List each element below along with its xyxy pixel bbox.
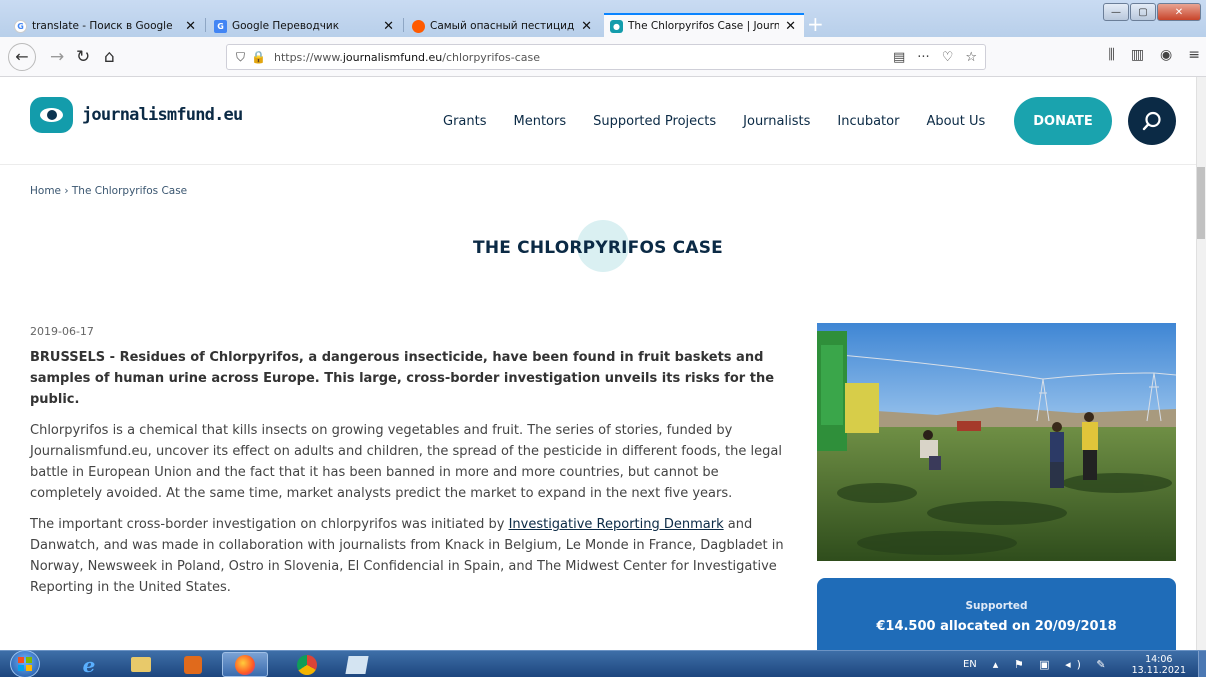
breadcrumb: Home › The Chlorpyrifos Case: [30, 185, 188, 197]
tab-separator: [205, 18, 206, 32]
pocket-icon[interactable]: ♡: [942, 50, 954, 65]
start-button[interactable]: [10, 650, 40, 677]
web-page: journalismfund.eu Grants Mentors Support…: [0, 77, 1196, 650]
eye-logo-icon: [30, 97, 73, 133]
search-icon: [1142, 111, 1161, 131]
journalismfund-icon: ●: [610, 19, 623, 33]
address-bar-actions: ▤ ··· ♡ ☆: [893, 50, 977, 65]
nav-journalists[interactable]: Journalists: [743, 114, 810, 129]
browser-toolbar: ← → ↻ ⌂ ⛉ 🔒 https://www.journalismfund.e…: [0, 37, 1206, 77]
lock-icon[interactable]: 🔒: [251, 50, 266, 64]
opera-icon: [412, 19, 425, 33]
account-icon[interactable]: ◉: [1160, 47, 1172, 63]
address-bar[interactable]: ⛉ 🔒 https://www.journalismfund.eu/chlorp…: [226, 44, 986, 70]
close-tab-icon[interactable]: ✕: [581, 19, 592, 34]
page-title: THE CHLORPYRIFOS CASE: [473, 238, 723, 258]
google-translate-icon: G: [214, 19, 227, 33]
notes-app-icon[interactable]: [334, 652, 380, 677]
maximize-button[interactable]: ▢: [1130, 3, 1156, 21]
close-tab-icon[interactable]: ✕: [785, 19, 796, 34]
page-scrollbar[interactable]: [1196, 77, 1206, 650]
main-nav: Grants Mentors Supported Projects Journa…: [443, 114, 1012, 129]
firefox-taskbar-icon[interactable]: [222, 652, 268, 677]
language-indicator[interactable]: EN: [963, 659, 977, 670]
nav-mentors[interactable]: Mentors: [514, 114, 567, 129]
close-tab-icon[interactable]: ✕: [383, 19, 394, 34]
back-button[interactable]: ←: [8, 43, 36, 71]
system-tray: EN ▴ ⚑ ▣ ◂) ✎ 14:06 13.11.2021: [963, 651, 1206, 677]
tab-google-search[interactable]: G translate - Поиск в Google ✕: [8, 15, 204, 37]
investigative-reporting-denmark-link[interactable]: Investigative Reporting Denmark: [509, 517, 724, 532]
tab-chlorpyrifos-case[interactable]: ● The Chlorpyrifos Case | Journal… ✕: [604, 13, 804, 37]
chrome-taskbar-icon[interactable]: [284, 652, 330, 677]
article-paragraph: The important cross-border investigation…: [30, 517, 784, 595]
nav-incubator[interactable]: Incubator: [837, 114, 899, 129]
close-tab-icon[interactable]: ✕: [185, 19, 196, 34]
library-icon[interactable]: ⫼: [1108, 47, 1114, 63]
reader-view-icon[interactable]: ▤: [893, 50, 905, 65]
sidebar-icon[interactable]: ▥: [1131, 47, 1144, 63]
breadcrumb-home[interactable]: Home: [30, 185, 61, 197]
close-window-button[interactable]: ✕: [1157, 3, 1201, 21]
forward-button[interactable]: →: [50, 47, 64, 67]
toolbar-right: ⫼ ▥ ◉ ≡: [1108, 47, 1200, 63]
shield-icon[interactable]: ⛉: [236, 50, 245, 65]
support-card: Supported €14.500 allocated on 20/09/201…: [817, 578, 1176, 650]
show-desktop-button[interactable]: [1198, 651, 1206, 677]
google-icon: G: [14, 19, 27, 33]
file-explorer-icon[interactable]: [118, 652, 164, 677]
nav-supported-projects[interactable]: Supported Projects: [593, 114, 716, 129]
article-lead: BRUSSELS - Residues of Chlorpyrifos, a d…: [30, 350, 775, 407]
media-player-icon[interactable]: [170, 652, 216, 677]
window-controls: — ▢ ✕: [1102, 3, 1201, 21]
internet-explorer-icon[interactable]: e: [66, 652, 112, 677]
search-button[interactable]: [1128, 97, 1176, 145]
site-logo[interactable]: journalismfund.eu: [30, 97, 243, 133]
article-body: 2019-06-17 BRUSSELS - Residues of Chlorp…: [30, 325, 790, 608]
support-label: Supported: [965, 600, 1028, 612]
new-tab-button[interactable]: +: [807, 14, 824, 34]
nav-grants[interactable]: Grants: [443, 114, 487, 129]
reload-button[interactable]: ↻: [76, 47, 90, 67]
nav-about-us[interactable]: About Us: [926, 114, 985, 129]
breadcrumb-current: The Chlorpyrifos Case: [71, 185, 188, 197]
article-date: 2019-06-17: [30, 325, 94, 338]
article-photo: [817, 323, 1176, 561]
support-amount: €14.500 allocated on 20/09/2018: [876, 619, 1117, 634]
minimize-button[interactable]: —: [1103, 3, 1129, 21]
tab-separator: [403, 18, 404, 32]
tab-pesticide-article[interactable]: Самый опасный пестицид, о… ✕: [406, 15, 600, 37]
site-header: journalismfund.eu Grants Mentors Support…: [0, 77, 1196, 165]
tab-google-translate[interactable]: G Google Переводчик ✕: [208, 15, 402, 37]
scrollbar-thumb[interactable]: [1197, 167, 1205, 239]
url-text[interactable]: https://www.journalismfund.eu/chlorpyrif…: [274, 51, 540, 64]
windows-logo-icon: [18, 657, 32, 671]
tray-icons[interactable]: ▴ ⚑ ▣ ◂) ✎: [993, 658, 1112, 671]
browser-tab-bar: G translate - Поиск в Google ✕ G Google …: [0, 0, 1206, 37]
page-actions-icon[interactable]: ···: [917, 50, 929, 65]
bookmark-star-icon[interactable]: ☆: [965, 50, 977, 65]
donate-button[interactable]: DONATE: [1014, 97, 1112, 145]
article-paragraph: Chlorpyrifos is a chemical that kills in…: [30, 423, 782, 501]
windows-taskbar: e EN ▴ ⚑ ▣ ◂) ✎ 14:06 13.11.2021: [0, 650, 1206, 677]
home-button[interactable]: ⌂: [104, 47, 115, 67]
clock[interactable]: 14:06 13.11.2021: [1132, 654, 1186, 676]
menu-icon[interactable]: ≡: [1188, 47, 1200, 63]
